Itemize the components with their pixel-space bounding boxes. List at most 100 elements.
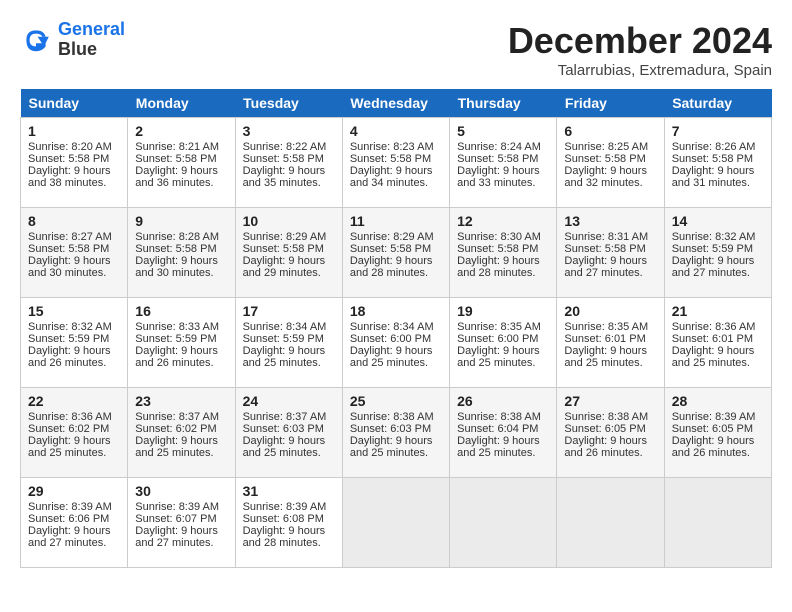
sunset-text: Sunset: 5:58 PM <box>135 243 216 255</box>
sunset-text: Sunset: 6:05 PM <box>564 423 645 435</box>
daylight-text: Daylight: 9 hours and 25 minutes. <box>243 435 326 459</box>
daylight-text: Daylight: 9 hours and 26 minutes. <box>28 345 111 369</box>
day-number: 6 <box>564 123 656 139</box>
sunrise-text: Sunrise: 8:38 AM <box>457 411 541 423</box>
sunset-text: Sunset: 5:58 PM <box>350 153 431 165</box>
day-number: 28 <box>672 393 764 409</box>
calendar-day-cell: 21 Sunrise: 8:36 AM Sunset: 6:01 PM Dayl… <box>664 298 771 388</box>
day-number: 19 <box>457 303 549 319</box>
sunrise-text: Sunrise: 8:32 AM <box>28 321 112 333</box>
day-number: 22 <box>28 393 120 409</box>
calendar-day-cell: 7 Sunrise: 8:26 AM Sunset: 5:58 PM Dayli… <box>664 118 771 208</box>
sunset-text: Sunset: 5:58 PM <box>243 153 324 165</box>
sunrise-text: Sunrise: 8:36 AM <box>28 411 112 423</box>
daylight-text: Daylight: 9 hours and 30 minutes. <box>28 255 111 279</box>
day-number: 26 <box>457 393 549 409</box>
sunrise-text: Sunrise: 8:35 AM <box>457 321 541 333</box>
day-number: 2 <box>135 123 227 139</box>
calendar-day-cell <box>557 478 664 568</box>
sunset-text: Sunset: 5:59 PM <box>672 243 753 255</box>
day-number: 11 <box>350 213 442 229</box>
sunrise-text: Sunrise: 8:27 AM <box>28 231 112 243</box>
sunset-text: Sunset: 6:07 PM <box>135 513 216 525</box>
daylight-text: Daylight: 9 hours and 27 minutes. <box>564 255 647 279</box>
sunrise-text: Sunrise: 8:38 AM <box>564 411 648 423</box>
location: Talarrubias, Extremadura, Spain <box>508 62 772 79</box>
sunrise-text: Sunrise: 8:37 AM <box>243 411 327 423</box>
sunset-text: Sunset: 5:59 PM <box>135 333 216 345</box>
daylight-text: Daylight: 9 hours and 33 minutes. <box>457 165 540 189</box>
logo-line2: Blue <box>58 40 125 60</box>
sunrise-text: Sunrise: 8:20 AM <box>28 141 112 153</box>
calendar-week-row: 1 Sunrise: 8:20 AM Sunset: 5:58 PM Dayli… <box>21 118 772 208</box>
sunset-text: Sunset: 6:01 PM <box>672 333 753 345</box>
calendar-day-cell: 5 Sunrise: 8:24 AM Sunset: 5:58 PM Dayli… <box>450 118 557 208</box>
day-number: 1 <box>28 123 120 139</box>
day-number: 24 <box>243 393 335 409</box>
day-number: 16 <box>135 303 227 319</box>
calendar-day-cell <box>450 478 557 568</box>
calendar-day-cell: 31 Sunrise: 8:39 AM Sunset: 6:08 PM Dayl… <box>235 478 342 568</box>
sunrise-text: Sunrise: 8:33 AM <box>135 321 219 333</box>
weekday-header: Tuesday <box>235 89 342 118</box>
sunset-text: Sunset: 6:03 PM <box>243 423 324 435</box>
sunrise-text: Sunrise: 8:25 AM <box>564 141 648 153</box>
calendar-day-cell: 26 Sunrise: 8:38 AM Sunset: 6:04 PM Dayl… <box>450 388 557 478</box>
month-title: December 2024 <box>508 20 772 62</box>
day-number: 27 <box>564 393 656 409</box>
calendar-day-cell: 30 Sunrise: 8:39 AM Sunset: 6:07 PM Dayl… <box>128 478 235 568</box>
calendar-table: SundayMondayTuesdayWednesdayThursdayFrid… <box>20 89 772 568</box>
sunrise-text: Sunrise: 8:31 AM <box>564 231 648 243</box>
calendar-day-cell: 16 Sunrise: 8:33 AM Sunset: 5:59 PM Dayl… <box>128 298 235 388</box>
calendar-week-row: 15 Sunrise: 8:32 AM Sunset: 5:59 PM Dayl… <box>21 298 772 388</box>
calendar-day-cell: 25 Sunrise: 8:38 AM Sunset: 6:03 PM Dayl… <box>342 388 449 478</box>
daylight-text: Daylight: 9 hours and 30 minutes. <box>135 255 218 279</box>
daylight-text: Daylight: 9 hours and 25 minutes. <box>350 435 433 459</box>
calendar-day-cell: 17 Sunrise: 8:34 AM Sunset: 5:59 PM Dayl… <box>235 298 342 388</box>
logo-text: General Blue <box>58 20 125 60</box>
day-number: 18 <box>350 303 442 319</box>
sunset-text: Sunset: 6:05 PM <box>672 423 753 435</box>
daylight-text: Daylight: 9 hours and 27 minutes. <box>135 525 218 549</box>
day-number: 14 <box>672 213 764 229</box>
sunset-text: Sunset: 5:58 PM <box>672 153 753 165</box>
calendar-day-cell: 11 Sunrise: 8:29 AM Sunset: 5:58 PM Dayl… <box>342 208 449 298</box>
calendar-day-cell: 22 Sunrise: 8:36 AM Sunset: 6:02 PM Dayl… <box>21 388 128 478</box>
daylight-text: Daylight: 9 hours and 32 minutes. <box>564 165 647 189</box>
calendar-day-cell: 18 Sunrise: 8:34 AM Sunset: 6:00 PM Dayl… <box>342 298 449 388</box>
sunset-text: Sunset: 6:04 PM <box>457 423 538 435</box>
calendar-week-row: 22 Sunrise: 8:36 AM Sunset: 6:02 PM Dayl… <box>21 388 772 478</box>
calendar-day-cell: 13 Sunrise: 8:31 AM Sunset: 5:58 PM Dayl… <box>557 208 664 298</box>
sunset-text: Sunset: 5:58 PM <box>564 153 645 165</box>
daylight-text: Daylight: 9 hours and 36 minutes. <box>135 165 218 189</box>
daylight-text: Daylight: 9 hours and 38 minutes. <box>28 165 111 189</box>
day-number: 10 <box>243 213 335 229</box>
calendar-day-cell: 19 Sunrise: 8:35 AM Sunset: 6:00 PM Dayl… <box>450 298 557 388</box>
weekday-header: Monday <box>128 89 235 118</box>
sunrise-text: Sunrise: 8:23 AM <box>350 141 434 153</box>
daylight-text: Daylight: 9 hours and 28 minutes. <box>243 525 326 549</box>
day-number: 3 <box>243 123 335 139</box>
calendar-day-cell: 23 Sunrise: 8:37 AM Sunset: 6:02 PM Dayl… <box>128 388 235 478</box>
calendar-day-cell: 14 Sunrise: 8:32 AM Sunset: 5:59 PM Dayl… <box>664 208 771 298</box>
weekday-header: Saturday <box>664 89 771 118</box>
sunrise-text: Sunrise: 8:29 AM <box>243 231 327 243</box>
daylight-text: Daylight: 9 hours and 26 minutes. <box>564 435 647 459</box>
day-number: 13 <box>564 213 656 229</box>
day-number: 4 <box>350 123 442 139</box>
daylight-text: Daylight: 9 hours and 26 minutes. <box>672 435 755 459</box>
calendar-day-cell <box>664 478 771 568</box>
sunrise-text: Sunrise: 8:39 AM <box>135 501 219 513</box>
sunset-text: Sunset: 5:58 PM <box>457 243 538 255</box>
sunset-text: Sunset: 5:58 PM <box>28 153 109 165</box>
sunrise-text: Sunrise: 8:22 AM <box>243 141 327 153</box>
calendar-day-cell: 3 Sunrise: 8:22 AM Sunset: 5:58 PM Dayli… <box>235 118 342 208</box>
sunset-text: Sunset: 6:02 PM <box>135 423 216 435</box>
day-number: 30 <box>135 483 227 499</box>
day-number: 23 <box>135 393 227 409</box>
weekday-header: Friday <box>557 89 664 118</box>
sunset-text: Sunset: 5:58 PM <box>135 153 216 165</box>
sunrise-text: Sunrise: 8:34 AM <box>243 321 327 333</box>
sunrise-text: Sunrise: 8:39 AM <box>243 501 327 513</box>
day-number: 12 <box>457 213 549 229</box>
